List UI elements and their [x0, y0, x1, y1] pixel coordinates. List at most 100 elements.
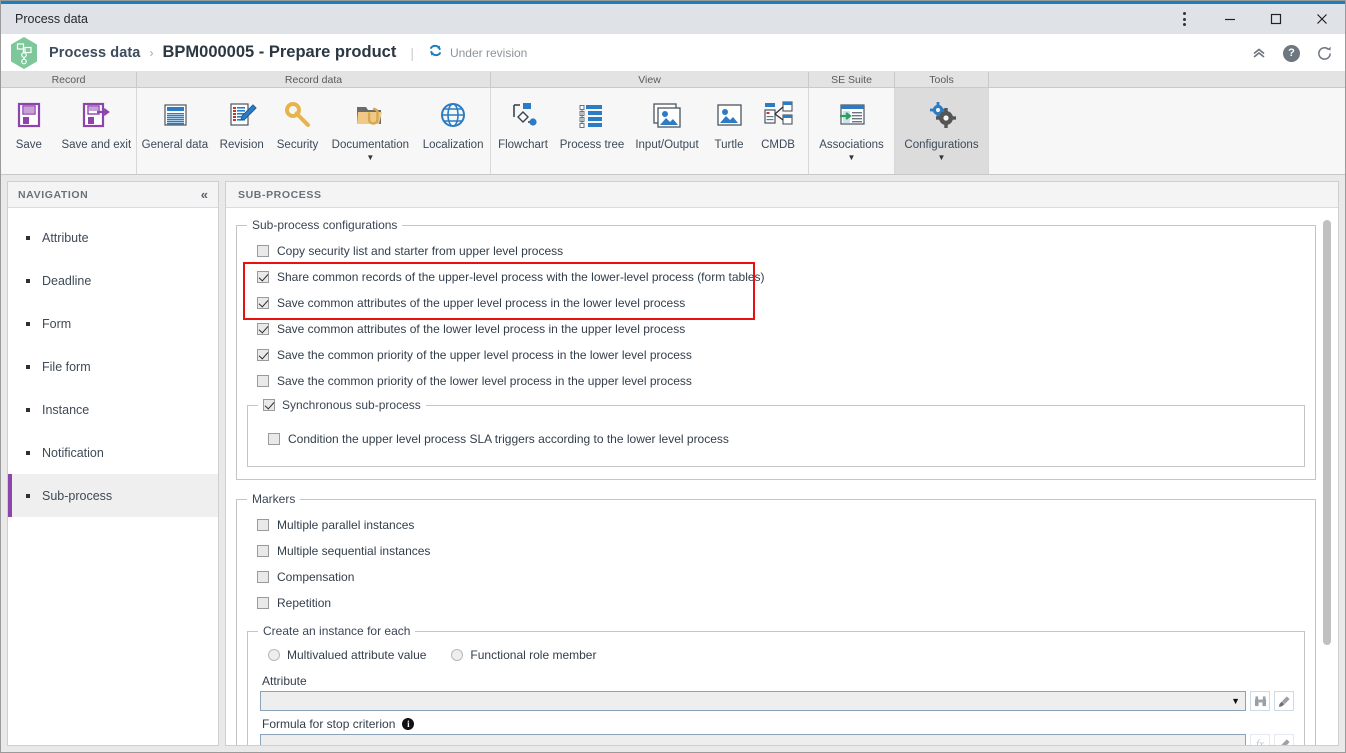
ribbon-group: Save Save and exit [1, 88, 137, 174]
checkbox-row[interactable]: Save common attributes of the upper leve… [247, 290, 1305, 316]
collapse-sidebar-icon[interactable]: « [201, 187, 208, 202]
sidebar-item-sub-process[interactable]: Sub-process [8, 474, 218, 517]
ribbon-filler [989, 88, 1345, 174]
sidebar-item-attribute[interactable]: Attribute [8, 216, 218, 259]
ribbon-button-security[interactable]: Security [271, 88, 325, 174]
sidebar-item-deadline[interactable]: Deadline [8, 259, 218, 302]
marker-option-0-checkbox[interactable] [257, 519, 269, 531]
close-button[interactable] [1299, 4, 1345, 34]
ribbon-button-label: Flowchart [498, 139, 548, 151]
sidebar-item-instance[interactable]: Instance [8, 388, 218, 431]
fx-icon[interactable]: fx [1250, 734, 1270, 745]
checkbox-row[interactable]: Multiple sequential instances [247, 538, 1305, 564]
chevron-down-icon[interactable]: ▼ [366, 154, 374, 162]
ribbon-button-flowchart[interactable]: Flowchart [491, 88, 555, 174]
markers-legend: Markers [252, 492, 296, 506]
formula-input[interactable] [260, 734, 1246, 745]
ribbon-button-revision[interactable]: Revision [213, 88, 271, 174]
checkbox-row[interactable]: Share common records of the upper-level … [247, 264, 1305, 290]
marker-option-3-checkbox[interactable] [257, 597, 269, 609]
marker-option-3-label: Repetition [277, 596, 332, 610]
subprocess-option-0-label: Copy security list and starter from uppe… [277, 244, 564, 258]
breadcrumb-current: BPM000005 - Prepare product [162, 43, 397, 61]
checkbox-row[interactable]: Multiple parallel instances [247, 512, 1305, 538]
breadcrumb-bar: Process data › BPM000005 - Prepare produ… [1, 34, 1345, 72]
ribbon-button-cmdb[interactable]: CMDB [753, 88, 803, 174]
sidebar-item-form[interactable]: Form [8, 302, 218, 345]
help-icon[interactable]: ? [1283, 44, 1300, 62]
sidebar-item-label: Notification [42, 445, 104, 460]
refresh-icon[interactable] [1316, 45, 1333, 62]
marker-option-2-checkbox[interactable] [257, 571, 269, 583]
ribbon-button-configurations[interactable]: Configurations ▼ [895, 88, 988, 174]
kebab-menu-icon [1182, 12, 1186, 26]
radio-functional-role-member[interactable] [451, 649, 464, 661]
breadcrumb-divider: | [410, 44, 414, 61]
info-icon[interactable]: i [402, 718, 415, 730]
subprocess-option-3-checkbox[interactable] [257, 323, 269, 335]
checkbox-row[interactable]: Save the common priority of the upper le… [247, 342, 1305, 368]
synchronous-subprocess-checkbox[interactable] [263, 399, 275, 411]
maximize-button[interactable] [1253, 4, 1299, 34]
key-icon [281, 95, 315, 135]
sla-condition-checkbox[interactable] [268, 433, 280, 445]
navigation-header: NAVIGATION « [8, 182, 218, 208]
subprocess-option-2-checkbox[interactable] [257, 297, 269, 309]
brush-icon[interactable] [1274, 691, 1294, 711]
ribbon-button-process-tree[interactable]: Process tree [555, 88, 629, 174]
synchronous-subprocess-legend[interactable]: Synchronous sub-process [258, 398, 426, 412]
ribbon-button-input-output[interactable]: Input/Output [629, 88, 705, 174]
subprocess-option-1-checkbox[interactable] [257, 271, 269, 283]
ribbon-button-label: Associations [819, 139, 884, 151]
navigation-sidebar: NAVIGATION « Attribute Deadline Form File f… [7, 181, 219, 746]
ribbon-group: Flowchart Process tree Input/Output Turt… [491, 88, 809, 174]
ribbon-button-save[interactable]: Save [1, 88, 57, 174]
chevron-down-icon[interactable]: ▼ [1231, 696, 1240, 706]
binoculars-icon[interactable] [1250, 691, 1270, 711]
sidebar-item-notification[interactable]: Notification [8, 431, 218, 474]
content-scrollbar[interactable] [1322, 218, 1332, 739]
radio-multivalued-attribute[interactable] [268, 649, 280, 661]
image-stack-icon [650, 95, 684, 135]
chevron-down-icon[interactable]: ▼ [938, 154, 946, 162]
ribbon-button-documentation[interactable]: Documentation ▼ [324, 88, 416, 174]
window-title: Process data [15, 12, 88, 26]
ribbon-button-associations[interactable]: Associations ▼ [809, 88, 894, 174]
marker-option-1-checkbox[interactable] [257, 545, 269, 557]
breadcrumb-actions: ? [1251, 34, 1333, 72]
ribbon-button-localization[interactable]: Localization [416, 88, 490, 174]
breadcrumb-separator-icon: › [149, 45, 154, 60]
radio-multivalued-attribute-label: Multivalued attribute value [287, 648, 427, 662]
checkbox-row[interactable]: Condition the upper level process SLA tr… [258, 426, 1294, 452]
sidebar-item-file-form[interactable]: File form [8, 345, 218, 388]
brush-icon[interactable] [1274, 734, 1294, 745]
subprocess-option-0-checkbox[interactable] [257, 245, 269, 257]
marker-option-1-label: Multiple sequential instances [277, 544, 431, 558]
checkbox-row[interactable]: Copy security list and starter from uppe… [247, 238, 1305, 264]
checkbox-row[interactable]: Repetition [247, 590, 1305, 616]
minimize-button[interactable] [1207, 4, 1253, 34]
ribbon-button-save-and-exit[interactable]: Save and exit [57, 88, 136, 174]
subprocess-option-4-checkbox[interactable] [257, 349, 269, 361]
chevron-down-icon[interactable]: ▼ [848, 154, 856, 162]
checkbox-row[interactable]: Compensation [247, 564, 1305, 590]
checkbox-row[interactable]: Save common attributes of the lower leve… [247, 316, 1305, 342]
sidebar-item-label: Sub-process [42, 488, 113, 503]
ribbon-group: Configurations ▼ [895, 88, 989, 174]
sidebar-item-label: Deadline [42, 273, 92, 288]
synchronous-subprocess-fieldset: Synchronous sub-process Condition the up… [247, 398, 1305, 467]
subprocess-option-5-checkbox[interactable] [257, 375, 269, 387]
main-area: NAVIGATION « Attribute Deadline Form File f… [1, 175, 1345, 752]
attribute-input[interactable]: ▼ [260, 691, 1246, 711]
scrollbar-thumb[interactable] [1323, 220, 1331, 645]
document-pencil-icon [225, 95, 259, 135]
subprocess-option-3-label: Save common attributes of the lower leve… [277, 322, 686, 336]
window-menu-button[interactable] [1161, 4, 1207, 34]
document-lines-icon [158, 95, 192, 135]
ribbon-button-general-data[interactable]: General data [137, 88, 213, 174]
application-window: Process data Process data › BPM000005 - … [0, 0, 1346, 753]
checkbox-row[interactable]: Save the common priority of the lower le… [247, 368, 1305, 394]
collapse-chevrons-icon[interactable] [1251, 45, 1267, 61]
ribbon-button-turtle[interactable]: Turtle [705, 88, 753, 174]
breadcrumb-root[interactable]: Process data [49, 45, 140, 61]
